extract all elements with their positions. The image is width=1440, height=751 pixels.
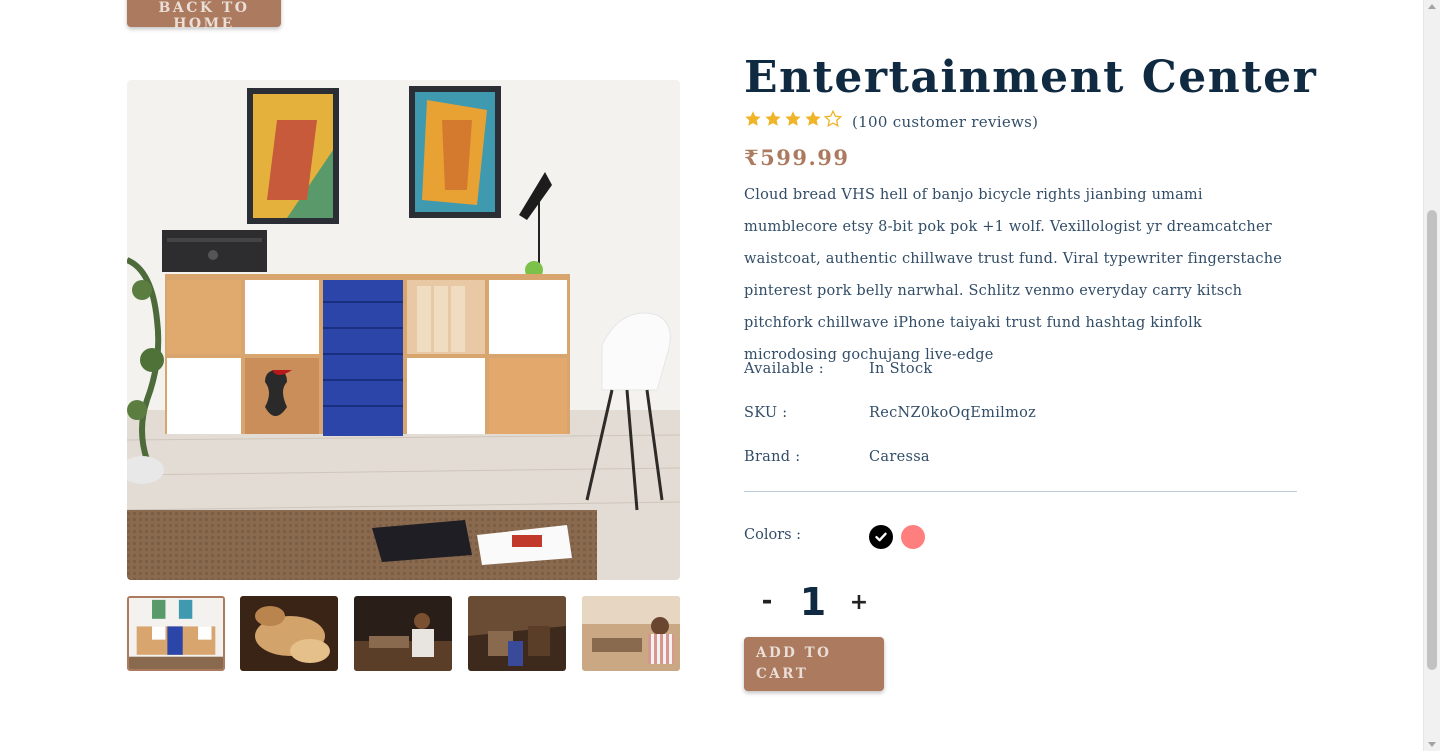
colors-label: Colors : [744,527,802,543]
star-filled-icon [785,111,801,126]
increase-quantity-button[interactable]: + [849,587,869,617]
back-to-home-button[interactable]: back to home [127,0,281,32]
info-label: Available : [744,361,824,377]
product-description: Cloud bread VHS hell of banjo bicycle ri… [744,187,1283,363]
thumbnail-gallery [127,596,680,671]
add-to-cart-button[interactable]: add to cart [744,637,884,691]
star-filled-icon [745,111,761,126]
star-empty-icon [824,110,842,128]
scroll-up-arrow-icon[interactable] [1428,4,1436,9]
star-filled-icon [805,111,821,126]
info-value: In Stock [869,361,933,377]
scrollbar[interactable] [1423,0,1440,751]
scroll-down-arrow-icon[interactable] [1428,742,1436,747]
info-available: Available : In Stock [744,361,1297,381]
product-title: Entertainment Center [744,52,1318,103]
color-swatch-black[interactable] [869,525,893,549]
main-product-image [127,80,680,580]
info-label: Brand : [744,449,801,465]
decrease-quantity-button[interactable]: - [757,586,777,616]
thumbnail-2[interactable] [240,596,338,671]
info-brand: Brand : Caressa [744,449,1297,469]
thumbnail-3[interactable] [354,596,452,671]
thumbnail-1[interactable] [127,596,225,671]
thumbnail-5[interactable] [582,596,680,671]
star-filled-icon [765,111,781,126]
info-value: Caressa [869,449,930,465]
info-sku: SKU : RecNZ0koOqEmilmoz [744,405,1297,425]
divider [744,491,1297,492]
check-icon [875,532,887,542]
thumbnail-4[interactable] [468,596,566,671]
rating-stars [744,110,842,130]
quantity-value: 1 [799,580,827,624]
info-label: SKU : [744,405,788,421]
reviews-count: (100 customer reviews) [852,113,1039,131]
scrollbar-thumb[interactable] [1427,210,1437,670]
info-value: RecNZ0koOqEmilmoz [869,405,1037,421]
product-price: ₹599.99 [744,145,850,170]
color-swatch-pink[interactable] [901,525,925,549]
